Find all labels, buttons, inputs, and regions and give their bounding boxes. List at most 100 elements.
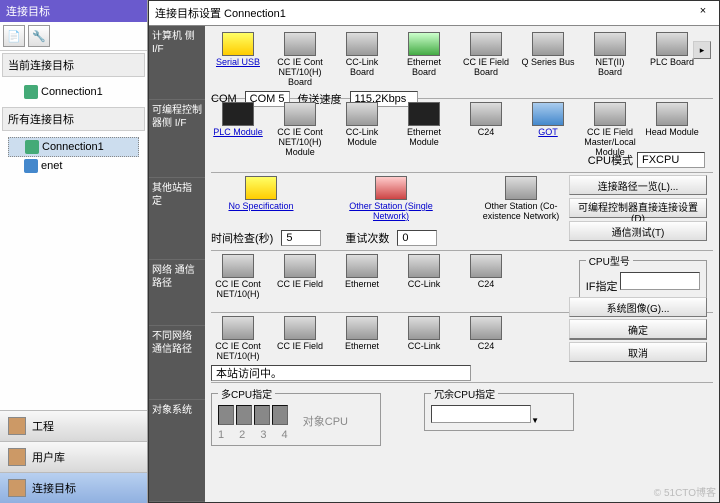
cancel-button[interactable]: 取消 [569, 342, 707, 362]
device-label: CC IE Cont NET/10(H) Board [273, 58, 327, 88]
direct-connection-button[interactable]: 可编程控制器直接连接设置(D) [569, 198, 707, 218]
comm-test-button[interactable]: 通信测试(T) [569, 221, 707, 241]
device-r1icons-7[interactable]: PLC Board [645, 32, 699, 68]
device-icon [284, 102, 316, 126]
device-icon [245, 176, 277, 200]
device-r2icons-5[interactable]: GOT [521, 102, 575, 138]
dialog-titlebar: 连接目标设置 Connection1 × [149, 1, 719, 26]
device-icon [346, 254, 378, 278]
device-icon [656, 102, 688, 126]
device-label: CC-Link Board [335, 58, 389, 78]
row-plc-if: PLC ModuleCC IE Cont NET/10(H) Module CC-… [211, 99, 713, 173]
device-label: CC-Link [397, 280, 451, 290]
device-r1icons-2[interactable]: CC-Link Board [335, 32, 389, 78]
all-connection-item-1[interactable]: Connection1 [8, 137, 139, 157]
label-pc-if: 计算机 侧 I/F [149, 26, 205, 100]
device-label: CC-Link [397, 342, 451, 352]
device-icon [284, 254, 316, 278]
device-r1icons-5[interactable]: Q Series Bus [521, 32, 575, 68]
device-r5icons-2[interactable]: Ethernet [335, 316, 389, 352]
device-r4icons-3[interactable]: CC-Link [397, 254, 451, 290]
cpu-slot-3[interactable] [254, 405, 270, 425]
scroll-right-icon[interactable]: ▸ [693, 41, 711, 59]
retry-label: 重试次数 [345, 230, 389, 246]
device-r2icons-0[interactable]: PLC Module [211, 102, 265, 138]
device-icon [470, 32, 502, 56]
device-r3icons-1[interactable]: Other Station (Single Network) [341, 176, 441, 222]
tool-btn-2[interactable]: 🔧 [28, 25, 50, 47]
device-r1icons-1[interactable]: CC IE Cont NET/10(H) Board [273, 32, 327, 88]
device-icon [470, 254, 502, 278]
device-r3icons-2[interactable]: Other Station (Co-existence Network) [471, 176, 571, 222]
device-icon [222, 316, 254, 340]
device-r4icons-1[interactable]: CC IE Field [273, 254, 327, 290]
device-icon [408, 254, 440, 278]
current-connection-item[interactable]: Connection1 [8, 83, 139, 101]
device-icon [408, 316, 440, 340]
tool-btn-1[interactable]: 📄 [3, 25, 25, 47]
device-r1icons-6[interactable]: NET(II) Board [583, 32, 637, 78]
device-r2icons-3[interactable]: Ethernet Module [397, 102, 451, 148]
device-r3icons-0[interactable]: No Specification [211, 176, 311, 212]
device-icon [505, 176, 537, 200]
device-label: NET(II) Board [583, 58, 637, 78]
device-icon [222, 32, 254, 56]
all-connection-item-2[interactable]: enet [8, 157, 139, 175]
connection-list-button[interactable]: 连接路径一览(L)... [569, 175, 707, 195]
retry-value[interactable]: 0 [397, 230, 437, 246]
timeout-label: 时间检查(秒) [211, 230, 273, 246]
device-icon [346, 316, 378, 340]
device-r4icons-0[interactable]: CC IE Cont NET/10(H) [211, 254, 265, 300]
cpu-slot-1[interactable] [218, 405, 234, 425]
device-r5icons-0[interactable]: CC IE Cont NET/10(H) [211, 316, 265, 362]
if-field[interactable] [620, 272, 700, 290]
cpu-slot-4[interactable] [272, 405, 288, 425]
device-icon [222, 254, 254, 278]
device-r2icons-6[interactable]: CC IE Field Master/Local Module [583, 102, 637, 158]
device-r2icons-2[interactable]: CC-Link Module [335, 102, 389, 148]
device-r5icons-4[interactable]: C24 [459, 316, 513, 352]
timeout-value[interactable]: 5 [281, 230, 321, 246]
device-r4icons-4[interactable]: C24 [459, 254, 513, 290]
device-icon [656, 32, 688, 56]
device-r1icons-3[interactable]: Ethernet Board [397, 32, 451, 78]
device-label: Other Station (Single Network) [341, 202, 441, 222]
nav-userlib[interactable]: 用户库 [0, 441, 147, 472]
device-label: Serial USB [211, 58, 265, 68]
device-icon [470, 102, 502, 126]
device-r5icons-1[interactable]: CC IE Field [273, 316, 327, 352]
cpu-slot-2[interactable] [236, 405, 252, 425]
sidebar-title: 连接目标 [0, 0, 147, 22]
device-label: CC-Link Module [335, 128, 389, 148]
close-icon[interactable]: × [693, 5, 713, 21]
label-target-system: 对象系统 [149, 400, 205, 502]
cpu-mode-label: CPU模式 [588, 152, 633, 168]
device-r5icons-3[interactable]: CC-Link [397, 316, 451, 352]
connection-dialog: 连接目标设置 Connection1 × 计算机 侧 I/F 可编程控制 器侧 … [148, 0, 720, 503]
device-r2icons-1[interactable]: CC IE Cont NET/10(H) Module [273, 102, 327, 158]
redundant-select[interactable] [431, 405, 531, 423]
nav-connection[interactable]: 连接目标 [0, 472, 147, 503]
dialog-title: 连接目标设置 Connection1 [155, 5, 286, 21]
cpu-type-fieldset: CPU型号 IF指定 [579, 253, 707, 299]
multi-cpu-fieldset: 多CPU指定 对象CPU 1 2 3 4 [211, 386, 381, 446]
device-r2icons-7[interactable]: Head Module [645, 102, 699, 138]
device-r2icons-4[interactable]: C24 [459, 102, 513, 138]
device-label: CC IE Cont NET/10(H) [211, 342, 265, 362]
device-icon [222, 102, 254, 126]
all-targets-section: 所有连接目标 [2, 107, 145, 131]
device-label: CC IE Field [273, 342, 327, 352]
device-r4icons-2[interactable]: Ethernet [335, 254, 389, 290]
label-other-station: 其他站指 定 [149, 178, 205, 260]
label-network-route: 网络 通信路径 [149, 260, 205, 326]
device-label: Ethernet Module [397, 128, 451, 148]
device-label: C24 [459, 342, 513, 352]
sidebar-toolbar: 📄 🔧 [0, 22, 147, 51]
nav-project[interactable]: 工程 [0, 410, 147, 441]
ok-button[interactable]: 确定 [569, 319, 707, 339]
sidebar: 连接目标 📄 🔧 当前连接目标 Connection1 所有连接目标 Conne… [0, 0, 148, 503]
row-coexist-route: CC IE Cont NET/10(H) CC IE Field Ethernet C… [211, 313, 713, 383]
device-r1icons-4[interactable]: CC IE Field Board [459, 32, 513, 78]
device-r1icons-0[interactable]: Serial USB [211, 32, 265, 68]
device-label: Other Station (Co-existence Network) [471, 202, 571, 222]
